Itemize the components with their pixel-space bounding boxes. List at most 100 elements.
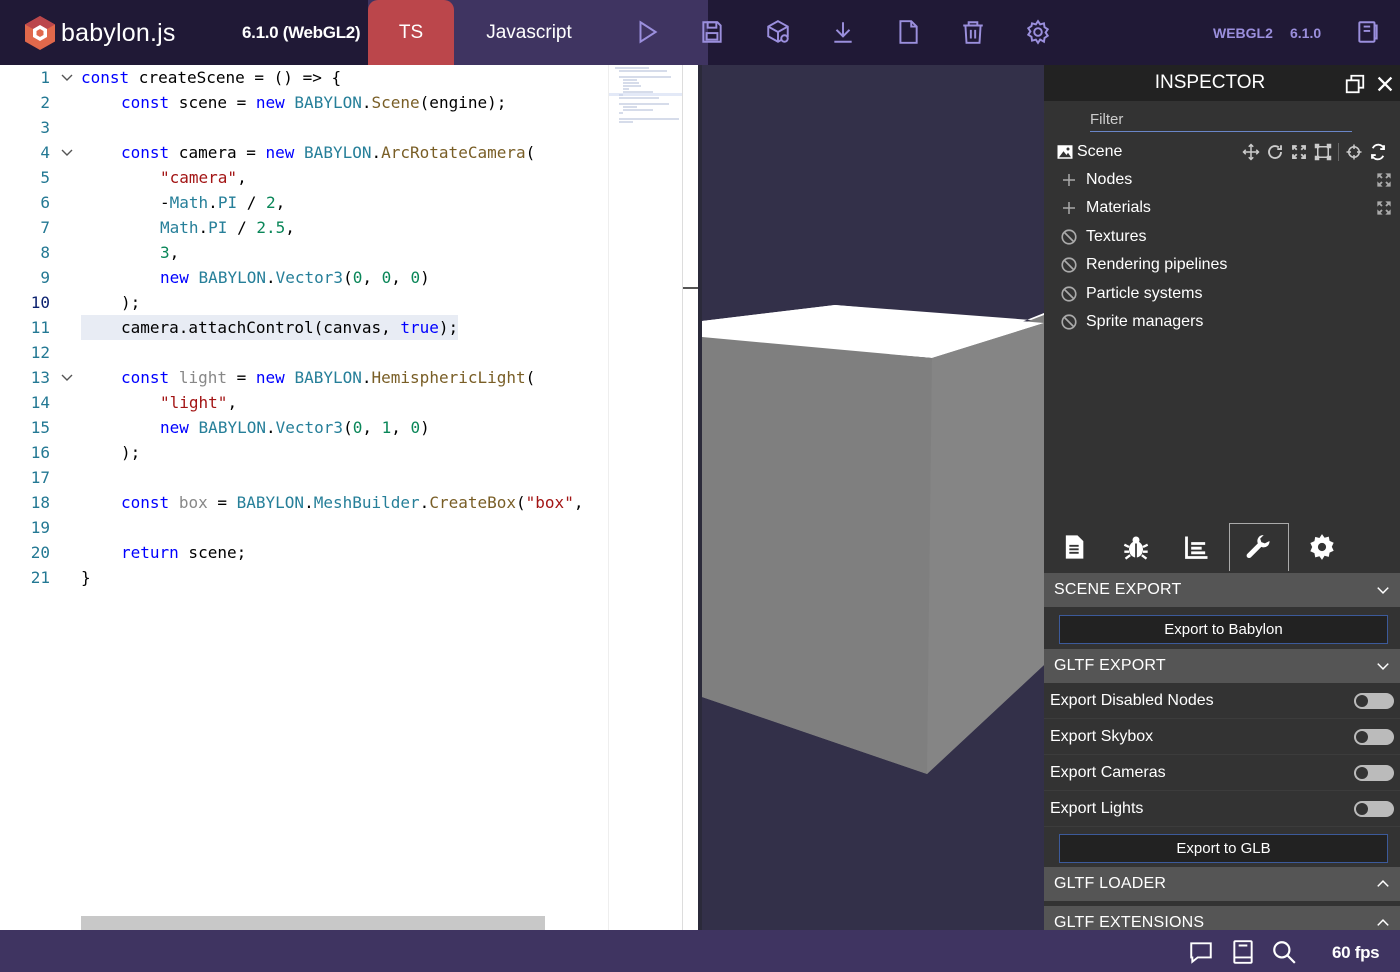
line-number: 6	[40, 193, 50, 212]
fold-chevron-icon[interactable]	[60, 71, 74, 85]
tab-javascript[interactable]: Javascript	[454, 0, 604, 65]
code-line[interactable]: 13 const light = new BABYLON.HemisphericL…	[0, 365, 608, 390]
code-line[interactable]: 7 Math.PI / 2.5,	[0, 215, 608, 240]
version-selector[interactable]: 6.1.0 (WebGL2)	[242, 23, 361, 43]
export-lights-toggle[interactable]	[1354, 801, 1394, 817]
filter-input[interactable]: Filter	[1090, 111, 1352, 132]
line-number: 9	[40, 268, 50, 287]
scene-box-render	[702, 305, 1044, 774]
tab-tools[interactable]	[1229, 523, 1289, 571]
code-line[interactable]: 9 new BABYLON.Vector3(0, 0, 0)	[0, 265, 608, 290]
line-number: 2	[40, 93, 50, 112]
code-line[interactable]: 4 const camera = new BABYLON.ArcRotateCam…	[0, 140, 608, 165]
fold-chevron-icon[interactable]	[60, 146, 74, 160]
code-line[interactable]: 1 const createScene = () => {	[0, 65, 608, 90]
section-gltf-extensions[interactable]: GLTF EXTENSIONS	[1044, 906, 1400, 930]
examples-icon[interactable]	[1354, 18, 1382, 46]
tab-settings[interactable]	[1292, 523, 1352, 571]
ban-icon	[1061, 314, 1077, 330]
tree-item-scene[interactable]: Scene	[1044, 138, 1400, 166]
download-icon[interactable]	[829, 18, 857, 46]
inspector-panel: INSPECTOR Filter Scene Nodes Materials T…	[1044, 65, 1400, 930]
toggle-label: Export Cameras	[1050, 763, 1166, 781]
render-canvas[interactable]	[698, 65, 1044, 930]
tab-typescript[interactable]: TS	[368, 0, 454, 65]
section-gltf-loader[interactable]: GLTF LOADER	[1044, 867, 1400, 901]
save-icon[interactable]	[698, 18, 726, 46]
export-skybox-toggle[interactable]	[1354, 729, 1394, 745]
code-line[interactable]: 21}	[0, 565, 608, 590]
code-editor[interactable]: 1 const createScene = () => {2 const scene…	[0, 65, 698, 930]
code-text: "light",	[160, 393, 238, 412]
code-line[interactable]: 19	[0, 515, 608, 540]
code-line[interactable]: 11 camera.attachControl(canvas, true);	[0, 315, 608, 340]
close-icon[interactable]	[1374, 73, 1396, 95]
top-toolbar: babylon.js 6.1.0 (WebGL2) TS Javascript …	[0, 0, 1400, 65]
toggle-row-export-cameras: Export Cameras	[1044, 755, 1400, 791]
tab-statistics[interactable]	[1167, 523, 1227, 571]
export-babylon-button[interactable]: Export to Babylon	[1059, 615, 1388, 644]
code-text: const light = new BABYLON.HemisphericLig…	[121, 368, 536, 387]
tree-item-sprite-managers[interactable]: Sprite managers	[1044, 308, 1400, 336]
line-number: 15	[30, 418, 50, 437]
line-number: 12	[30, 343, 50, 362]
line-number: 1	[40, 68, 50, 87]
chevron-up-icon	[1377, 919, 1389, 926]
code-line[interactable]: 12	[0, 340, 608, 365]
section-title: GLTF LOADER	[1054, 875, 1167, 892]
plus-icon[interactable]	[1060, 199, 1078, 217]
inspector-cube-icon[interactable]	[764, 18, 792, 46]
code-text: new BABYLON.Vector3(0, 1, 0)	[160, 418, 430, 437]
code-line[interactable]: 15 new BABYLON.Vector3(0, 1, 0)	[0, 415, 608, 440]
settings-icon[interactable]	[1024, 18, 1052, 46]
export-disabled-nodes-toggle[interactable]	[1354, 693, 1394, 709]
tab-debug[interactable]	[1106, 523, 1166, 571]
delete-icon[interactable]	[959, 18, 987, 46]
code-line[interactable]: 2 const scene = new BABYLON.Scene(engine)…	[0, 90, 608, 115]
popout-icon[interactable]	[1344, 73, 1366, 95]
tree-item-textures[interactable]: Textures	[1044, 223, 1400, 251]
plus-icon[interactable]	[1060, 171, 1078, 189]
fold-chevron-icon[interactable]	[60, 371, 74, 385]
tree-item-rendering-pipelines[interactable]: Rendering pipelines	[1044, 251, 1400, 279]
code-line[interactable]: 10);	[0, 290, 608, 315]
section-gltf-export[interactable]: GLTF EXPORT	[1044, 649, 1400, 683]
tab-properties[interactable]	[1044, 523, 1104, 571]
tree-item-label: Materials	[1086, 199, 1151, 216]
new-file-icon[interactable]	[894, 18, 922, 46]
code-line[interactable]: 6 -Math.PI / 2,	[0, 190, 608, 215]
expand-all-icon[interactable]	[1376, 172, 1392, 188]
code-text: }	[81, 568, 91, 587]
code-line[interactable]: 18 const box = BABYLON.MeshBuilder.Create…	[0, 490, 608, 515]
section-scene-export[interactable]: SCENE EXPORT	[1044, 573, 1400, 607]
code-line[interactable]: 5 "camera",	[0, 165, 608, 190]
tree-item-nodes[interactable]: Nodes	[1044, 166, 1400, 194]
code-line[interactable]: 17	[0, 465, 608, 490]
engine-label[interactable]: WEBGL2	[1213, 25, 1273, 41]
editor-horizontal-scrollbar[interactable]	[81, 916, 545, 930]
code-line[interactable]: 14 "light",	[0, 390, 608, 415]
code-line[interactable]: 20 return scene;	[0, 540, 608, 565]
export-cameras-toggle[interactable]	[1354, 765, 1394, 781]
version-short-label[interactable]: 6.1.0	[1290, 25, 1321, 41]
code-line[interactable]: 8 3,	[0, 240, 608, 265]
export-glb-button[interactable]: Export to GLB	[1059, 834, 1388, 863]
editor-vertical-scrollbar[interactable]	[682, 65, 698, 930]
docs-icon[interactable]	[1230, 939, 1256, 965]
feedback-icon[interactable]	[1188, 939, 1214, 965]
search-icon[interactable]	[1271, 939, 1297, 965]
tree-item-materials[interactable]: Materials	[1044, 194, 1400, 222]
code-minimap[interactable]	[608, 65, 683, 930]
tree-item-label: Sprite managers	[1086, 313, 1204, 330]
code-text: );	[121, 443, 141, 462]
tree-item-particle-systems[interactable]: Particle systems	[1044, 280, 1400, 308]
line-number: 21	[30, 568, 50, 587]
babylon-logo[interactable]: babylon.js	[24, 13, 176, 53]
line-number: 19	[30, 518, 50, 537]
tree-item-label: Rendering pipelines	[1086, 256, 1228, 273]
code-line[interactable]: 3	[0, 115, 608, 140]
play-icon[interactable]	[633, 18, 661, 46]
code-line[interactable]: 16);	[0, 440, 608, 465]
expand-all-icon[interactable]	[1376, 200, 1392, 216]
line-number: 16	[30, 443, 50, 462]
